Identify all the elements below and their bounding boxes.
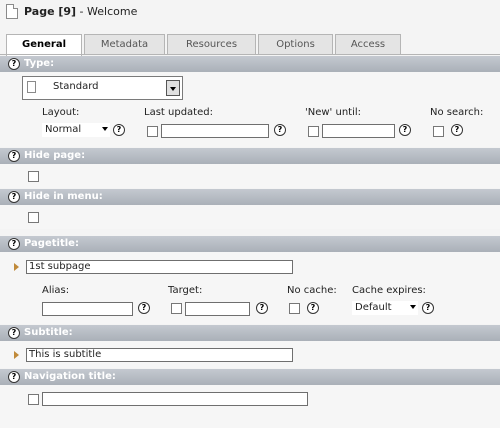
page-title: Page [9] - Welcome bbox=[24, 5, 138, 18]
section-type-header: ? Type: bbox=[0, 56, 500, 72]
section-hide-page-header: ? Hide page: bbox=[0, 148, 500, 164]
new-until-label: 'New' until: bbox=[305, 107, 362, 118]
hide-in-menu-checkbox[interactable] bbox=[28, 212, 39, 223]
layout-select[interactable]: Normal bbox=[42, 123, 110, 137]
chevron-down-icon bbox=[410, 305, 416, 309]
help-icon[interactable]: ? bbox=[307, 302, 319, 314]
section-pagetitle-title: Pagetitle: bbox=[24, 238, 79, 249]
section-type-title: Type: bbox=[24, 58, 55, 69]
help-icon[interactable]: ? bbox=[8, 58, 20, 70]
chevron-down-icon[interactable] bbox=[166, 80, 180, 96]
tab-bar: General Metadata Resources Options Acces… bbox=[6, 34, 500, 56]
help-icon[interactable]: ? bbox=[8, 150, 20, 162]
help-icon[interactable]: ? bbox=[399, 124, 411, 136]
section-hide-in-menu-title: Hide in menu: bbox=[24, 191, 103, 202]
nav-title-field[interactable] bbox=[42, 392, 308, 406]
new-until-checkbox[interactable] bbox=[308, 126, 319, 137]
no-search-checkbox[interactable] bbox=[433, 126, 444, 137]
pagetitle-field[interactable]: 1st subpage bbox=[26, 260, 293, 274]
last-updated-field[interactable] bbox=[161, 124, 269, 138]
document-icon bbox=[27, 81, 36, 93]
last-updated-checkbox[interactable] bbox=[147, 126, 158, 137]
section-pagetitle-header: ? Pagetitle: bbox=[0, 236, 500, 252]
section-hide-in-menu-header: ? Hide in menu: bbox=[0, 189, 500, 205]
help-icon[interactable]: ? bbox=[256, 302, 268, 314]
help-icon[interactable]: ? bbox=[138, 302, 150, 314]
tab-general[interactable]: General bbox=[6, 34, 82, 56]
tab-underline bbox=[0, 54, 500, 55]
section-nav-title-title: Navigation title: bbox=[24, 371, 116, 382]
subtitle-field[interactable]: This is subtitle bbox=[26, 348, 293, 362]
section-nav-title-header: ? Navigation title: bbox=[0, 369, 500, 385]
help-icon[interactable]: ? bbox=[422, 302, 434, 314]
help-icon[interactable]: ? bbox=[451, 124, 463, 136]
last-updated-label: Last updated: bbox=[144, 107, 213, 118]
target-label: Target: bbox=[168, 285, 203, 296]
help-icon[interactable]: ? bbox=[8, 327, 20, 339]
target-checkbox[interactable] bbox=[171, 303, 182, 314]
alias-field[interactable] bbox=[42, 302, 133, 316]
type-select[interactable]: Standard bbox=[22, 76, 183, 100]
required-arrow-icon bbox=[14, 351, 19, 359]
layout-label: Layout: bbox=[42, 107, 80, 118]
alias-label: Alias: bbox=[42, 285, 70, 296]
section-subtitle-title: Subtitle: bbox=[24, 327, 73, 338]
hide-page-checkbox[interactable] bbox=[28, 171, 39, 182]
section-hide-page-title: Hide page: bbox=[24, 150, 86, 161]
section-subtitle-header: ? Subtitle: bbox=[0, 325, 500, 341]
no-cache-checkbox[interactable] bbox=[289, 303, 300, 314]
cache-expires-value: Default bbox=[355, 302, 392, 313]
cache-expires-select[interactable]: Default bbox=[352, 301, 418, 315]
section-hide-in-menu-body bbox=[0, 205, 500, 229]
cache-expires-label: Cache expires: bbox=[352, 285, 426, 296]
tab-resources[interactable]: Resources bbox=[167, 34, 256, 55]
help-icon[interactable]: ? bbox=[274, 124, 286, 136]
required-arrow-icon bbox=[14, 263, 19, 271]
target-field[interactable] bbox=[185, 302, 250, 316]
help-icon[interactable]: ? bbox=[113, 124, 125, 136]
page-icon bbox=[6, 4, 18, 19]
tab-metadata[interactable]: Metadata bbox=[84, 34, 165, 55]
no-cache-label: No cache: bbox=[287, 285, 337, 296]
help-icon[interactable]: ? bbox=[8, 238, 20, 250]
chevron-down-icon bbox=[102, 127, 108, 131]
type-select-value: Standard bbox=[53, 81, 99, 92]
title-bar: Page [9] - Welcome bbox=[0, 0, 500, 30]
nav-title-checkbox[interactable] bbox=[28, 394, 39, 405]
layout-select-value: Normal bbox=[45, 124, 82, 135]
help-icon[interactable]: ? bbox=[8, 371, 20, 383]
no-search-label: No search: bbox=[430, 107, 484, 118]
tab-options[interactable]: Options bbox=[258, 34, 333, 55]
tab-access[interactable]: Access bbox=[335, 34, 401, 55]
help-icon[interactable]: ? bbox=[8, 191, 20, 203]
section-hide-page-body bbox=[0, 164, 500, 188]
new-until-field[interactable] bbox=[322, 124, 395, 138]
